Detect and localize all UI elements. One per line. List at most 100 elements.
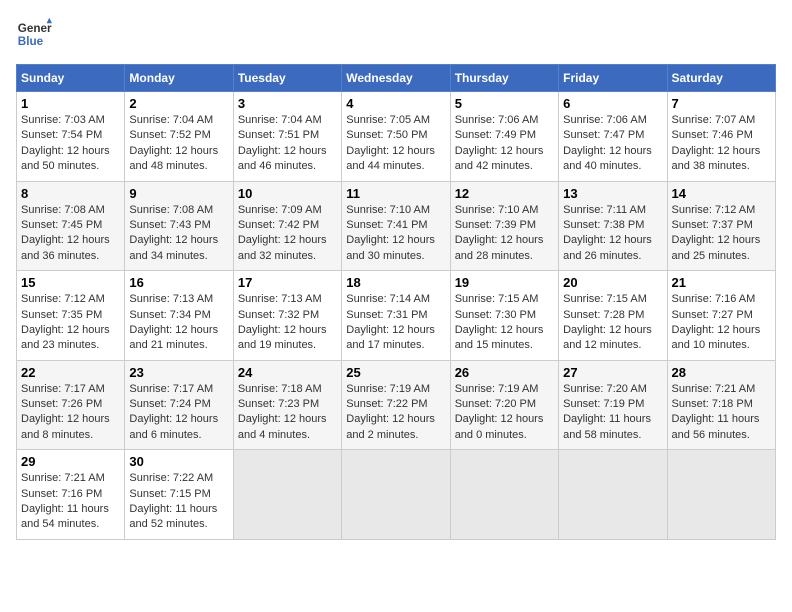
- calendar-cell: [450, 450, 558, 540]
- day-number: 3: [238, 96, 337, 111]
- day-info: Sunrise: 7:15 AM Sunset: 7:28 PM Dayligh…: [563, 292, 662, 354]
- calendar-cell: 21Sunrise: 7:16 AM Sunset: 7:27 PM Dayli…: [667, 271, 775, 361]
- day-number: 1: [21, 96, 120, 111]
- header-row: Sunday Monday Tuesday Wednesday Thursday…: [17, 65, 776, 92]
- day-number: 21: [672, 275, 771, 290]
- day-number: 25: [346, 365, 445, 380]
- day-info: Sunrise: 7:19 AM Sunset: 7:20 PM Dayligh…: [455, 382, 554, 444]
- calendar-cell: [233, 450, 341, 540]
- day-number: 14: [672, 186, 771, 201]
- day-number: 12: [455, 186, 554, 201]
- calendar-cell: 29 Sunrise: 7:21 AM Sunset: 7:16 PM Dayli…: [17, 450, 125, 540]
- page-header: General Blue: [16, 16, 776, 52]
- calendar-cell: 15 Sunrise: 7:12 AM Sunset: 7:35 PM Dayli…: [17, 271, 125, 361]
- calendar-cell: 25 Sunrise: 7:19 AM Sunset: 7:22 PM Dayli…: [342, 360, 450, 450]
- calendar-cell: 13Sunrise: 7:11 AM Sunset: 7:38 PM Dayli…: [559, 181, 667, 271]
- day-info: Sunrise: 7:20 AM Sunset: 7:19 PM Dayligh…: [563, 382, 662, 444]
- svg-text:Blue: Blue: [18, 35, 44, 48]
- calendar-cell: 11 Sunrise: 7:10 AM Sunset: 7:41 PM Dayli…: [342, 181, 450, 271]
- calendar-cell: 1 Sunrise: 7:03 AM Sunset: 7:54 PM Daylig…: [17, 92, 125, 182]
- calendar-week-2: 8 Sunrise: 7:08 AM Sunset: 7:45 PM Daylig…: [17, 181, 776, 271]
- col-tuesday: Tuesday: [233, 65, 341, 92]
- day-number: 13: [563, 186, 662, 201]
- day-info: Sunrise: 7:17 AM Sunset: 7:26 PM Dayligh…: [21, 382, 120, 444]
- day-number: 10: [238, 186, 337, 201]
- day-number: 2: [129, 96, 228, 111]
- calendar-cell: 2 Sunrise: 7:04 AM Sunset: 7:52 PM Daylig…: [125, 92, 233, 182]
- day-number: 24: [238, 365, 337, 380]
- calendar-cell: 20 Sunrise: 7:15 AM Sunset: 7:28 PM Dayli…: [559, 271, 667, 361]
- day-number: 16: [129, 275, 228, 290]
- day-info: Sunrise: 7:12 AM Sunset: 7:37 PM Dayligh…: [672, 203, 771, 265]
- day-number: 19: [455, 275, 554, 290]
- day-info: Sunrise: 7:17 AM Sunset: 7:24 PM Dayligh…: [129, 382, 228, 444]
- calendar-cell: 17 Sunrise: 7:13 AM Sunset: 7:32 PM Dayli…: [233, 271, 341, 361]
- col-wednesday: Wednesday: [342, 65, 450, 92]
- day-info: Sunrise: 7:21 AM Sunset: 7:16 PM Dayligh…: [21, 471, 120, 533]
- calendar-cell: 9Sunrise: 7:08 AM Sunset: 7:43 PM Daylig…: [125, 181, 233, 271]
- calendar-cell: 28Sunrise: 7:21 AM Sunset: 7:18 PM Dayli…: [667, 360, 775, 450]
- day-info: Sunrise: 7:10 AM Sunset: 7:41 PM Dayligh…: [346, 203, 445, 265]
- day-number: 17: [238, 275, 337, 290]
- day-number: 22: [21, 365, 120, 380]
- calendar-cell: 26 Sunrise: 7:19 AM Sunset: 7:20 PM Dayli…: [450, 360, 558, 450]
- calendar-cell: 4 Sunrise: 7:05 AM Sunset: 7:50 PM Daylig…: [342, 92, 450, 182]
- day-info: Sunrise: 7:21 AM Sunset: 7:18 PM Dayligh…: [672, 382, 771, 444]
- calendar-cell: 8 Sunrise: 7:08 AM Sunset: 7:45 PM Daylig…: [17, 181, 125, 271]
- day-number: 27: [563, 365, 662, 380]
- calendar-week-5: 29 Sunrise: 7:21 AM Sunset: 7:16 PM Dayli…: [17, 450, 776, 540]
- day-info: Sunrise: 7:22 AM Sunset: 7:15 PM Dayligh…: [129, 471, 228, 533]
- day-number: 18: [346, 275, 445, 290]
- calendar-table: Sunday Monday Tuesday Wednesday Thursday…: [16, 64, 776, 540]
- calendar-week-4: 22 Sunrise: 7:17 AM Sunset: 7:26 PM Dayli…: [17, 360, 776, 450]
- calendar-cell: [667, 450, 775, 540]
- day-number: 29: [21, 454, 120, 469]
- col-monday: Monday: [125, 65, 233, 92]
- day-number: 23: [129, 365, 228, 380]
- calendar-cell: 6Sunrise: 7:06 AM Sunset: 7:47 PM Daylig…: [559, 92, 667, 182]
- calendar-cell: 16Sunrise: 7:13 AM Sunset: 7:34 PM Dayli…: [125, 271, 233, 361]
- col-thursday: Thursday: [450, 65, 558, 92]
- day-info: Sunrise: 7:05 AM Sunset: 7:50 PM Dayligh…: [346, 113, 445, 175]
- day-info: Sunrise: 7:10 AM Sunset: 7:39 PM Dayligh…: [455, 203, 554, 265]
- day-number: 20: [563, 275, 662, 290]
- calendar-cell: 30 Sunrise: 7:22 AM Sunset: 7:15 PM Dayli…: [125, 450, 233, 540]
- logo: General Blue: [16, 16, 52, 52]
- day-info: Sunrise: 7:14 AM Sunset: 7:31 PM Dayligh…: [346, 292, 445, 354]
- day-number: 30: [129, 454, 228, 469]
- calendar-cell: 23 Sunrise: 7:17 AM Sunset: 7:24 PM Dayli…: [125, 360, 233, 450]
- day-info: Sunrise: 7:09 AM Sunset: 7:42 PM Dayligh…: [238, 203, 337, 265]
- calendar-cell: 3 Sunrise: 7:04 AM Sunset: 7:51 PM Daylig…: [233, 92, 341, 182]
- day-number: 6: [563, 96, 662, 111]
- day-info: Sunrise: 7:08 AM Sunset: 7:43 PM Dayligh…: [129, 203, 228, 265]
- calendar-cell: 5 Sunrise: 7:06 AM Sunset: 7:49 PM Daylig…: [450, 92, 558, 182]
- calendar-cell: 27 Sunrise: 7:20 AM Sunset: 7:19 PM Dayli…: [559, 360, 667, 450]
- calendar-week-3: 15 Sunrise: 7:12 AM Sunset: 7:35 PM Dayli…: [17, 271, 776, 361]
- col-sunday: Sunday: [17, 65, 125, 92]
- col-friday: Friday: [559, 65, 667, 92]
- calendar-week-1: 1 Sunrise: 7:03 AM Sunset: 7:54 PM Daylig…: [17, 92, 776, 182]
- general-blue-logo-icon: General Blue: [16, 16, 52, 52]
- day-info: Sunrise: 7:13 AM Sunset: 7:32 PM Dayligh…: [238, 292, 337, 354]
- calendar-cell: 7Sunrise: 7:07 AM Sunset: 7:46 PM Daylig…: [667, 92, 775, 182]
- day-info: Sunrise: 7:06 AM Sunset: 7:49 PM Dayligh…: [455, 113, 554, 175]
- day-number: 4: [346, 96, 445, 111]
- day-number: 5: [455, 96, 554, 111]
- day-info: Sunrise: 7:04 AM Sunset: 7:51 PM Dayligh…: [238, 113, 337, 175]
- svg-text:General: General: [18, 22, 52, 35]
- calendar-cell: 24 Sunrise: 7:18 AM Sunset: 7:23 PM Dayli…: [233, 360, 341, 450]
- day-number: 7: [672, 96, 771, 111]
- day-number: 15: [21, 275, 120, 290]
- calendar-cell: 14 Sunrise: 7:12 AM Sunset: 7:37 PM Dayli…: [667, 181, 775, 271]
- day-number: 8: [21, 186, 120, 201]
- day-info: Sunrise: 7:12 AM Sunset: 7:35 PM Dayligh…: [21, 292, 120, 354]
- day-number: 11: [346, 186, 445, 201]
- day-info: Sunrise: 7:08 AM Sunset: 7:45 PM Dayligh…: [21, 203, 120, 265]
- day-info: Sunrise: 7:19 AM Sunset: 7:22 PM Dayligh…: [346, 382, 445, 444]
- day-info: Sunrise: 7:04 AM Sunset: 7:52 PM Dayligh…: [129, 113, 228, 175]
- day-info: Sunrise: 7:03 AM Sunset: 7:54 PM Dayligh…: [21, 113, 120, 175]
- day-info: Sunrise: 7:18 AM Sunset: 7:23 PM Dayligh…: [238, 382, 337, 444]
- day-number: 26: [455, 365, 554, 380]
- calendar-cell: 19Sunrise: 7:15 AM Sunset: 7:30 PM Dayli…: [450, 271, 558, 361]
- calendar-cell: 22 Sunrise: 7:17 AM Sunset: 7:26 PM Dayli…: [17, 360, 125, 450]
